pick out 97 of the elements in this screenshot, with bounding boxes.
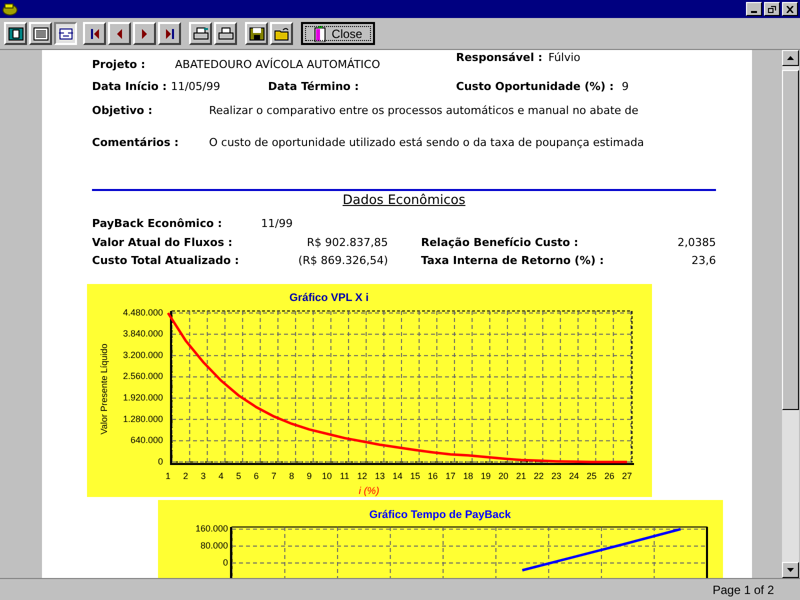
scrollbar[interactable] bbox=[782, 50, 799, 578]
field-label: Custo Total Atualizado : bbox=[92, 254, 240, 268]
field-label: Valor Atual do Fluxos : bbox=[92, 236, 234, 250]
field-value: 9 bbox=[622, 80, 629, 94]
x-tick-label: 10 bbox=[322, 471, 332, 481]
previous-page-button[interactable] bbox=[108, 22, 131, 45]
y-tick-label: 160.000 bbox=[195, 524, 228, 534]
x-tick-label: 20 bbox=[498, 471, 508, 481]
x-tick-label: 19 bbox=[480, 471, 491, 481]
field-value: 23,6 bbox=[692, 254, 716, 268]
close-report-button[interactable]: Close bbox=[301, 22, 375, 45]
field-label: Data Término : bbox=[268, 80, 359, 94]
x-tick-label: 2 bbox=[183, 471, 188, 481]
lines-page-icon bbox=[32, 26, 48, 40]
chart-title: Gráfico Tempo de PayBack bbox=[369, 509, 511, 521]
x-tick-label: 4 bbox=[218, 471, 224, 481]
folder-icon bbox=[274, 26, 290, 40]
y-tick-label: 0 bbox=[158, 456, 163, 466]
view-button[interactable] bbox=[54, 22, 77, 45]
right-arrow-icon bbox=[142, 28, 147, 38]
restore-button[interactable] bbox=[764, 2, 780, 16]
field-value: 11/05/99 bbox=[170, 80, 220, 94]
y-tick-label: 3.200.000 bbox=[122, 350, 163, 360]
x-tick-label: 1 bbox=[166, 471, 170, 481]
save-button[interactable] bbox=[245, 22, 268, 45]
y-tick-label: 1.920.000 bbox=[122, 392, 163, 403]
first-page-icon bbox=[90, 28, 98, 38]
x-tick-label: 9 bbox=[306, 471, 312, 481]
door-icon bbox=[314, 26, 326, 42]
printer-icon bbox=[192, 26, 208, 40]
restore-icon bbox=[768, 6, 776, 12]
field-label: Comentários : bbox=[92, 136, 180, 150]
x-tick-label: 14 bbox=[392, 471, 402, 481]
x-axis-title: i (%) bbox=[358, 486, 380, 497]
field-label: Custo Oportunidade (%) : bbox=[456, 80, 614, 94]
last-page-icon bbox=[166, 28, 174, 38]
up-arrow-icon bbox=[787, 56, 794, 60]
printer-icon bbox=[218, 26, 234, 40]
last-page-button[interactable] bbox=[158, 22, 181, 45]
y-tick-label: 80.000 bbox=[200, 540, 228, 550]
field-value: (R$ 869.326,54) bbox=[297, 254, 388, 268]
field-label: Projeto : bbox=[92, 58, 146, 72]
x-tick-label: 22 bbox=[534, 471, 544, 481]
field-value: 11/99 bbox=[261, 217, 293, 231]
field-label: PayBack Econômico : bbox=[92, 217, 224, 231]
x-tick-label: 15 bbox=[410, 471, 420, 481]
down-arrow-icon bbox=[787, 568, 794, 572]
x-tick-label: 26 bbox=[604, 471, 614, 481]
x-tick-label: 11 bbox=[340, 471, 350, 481]
page-indicator: Page 1 of 2 bbox=[712, 582, 774, 598]
field-value: Realizar o comparativo entre os processos automáticos e manual no abate de bbox=[209, 104, 638, 118]
print-button[interactable] bbox=[214, 22, 237, 45]
x-tick-label: 25 bbox=[586, 471, 597, 481]
y-tick-label: 3.840.000 bbox=[122, 328, 163, 339]
y-tick-label: 640.000 bbox=[130, 435, 163, 446]
field-label: Objetivo : bbox=[92, 104, 154, 118]
field-value: O custo de oportunidade utilizado está sendo o da taxa de poupança estimada bbox=[209, 136, 644, 150]
x-tick-label: 6 bbox=[254, 471, 259, 481]
fit-width-icon bbox=[58, 26, 74, 40]
y-tick-label: 4.480.000 bbox=[122, 307, 163, 318]
field-label: Relação Benefício Custo : bbox=[421, 236, 578, 250]
chart-title: Gráfico VPL X i bbox=[289, 292, 369, 304]
y-tick-label: 1.280.000 bbox=[122, 414, 163, 424]
print-setup-button[interactable] bbox=[189, 22, 212, 45]
x-tick-label: 7 bbox=[271, 471, 276, 481]
app-icon bbox=[2, 2, 18, 16]
close-button[interactable] bbox=[782, 2, 798, 16]
x-tick-label: 16 bbox=[428, 471, 438, 481]
x-tick-label: 27 bbox=[622, 471, 632, 481]
field-label: Taxa Interna de Retorno (%) : bbox=[421, 254, 604, 268]
x-tick-label: 5 bbox=[236, 471, 242, 481]
x-tick-label: 8 bbox=[289, 471, 294, 481]
x-tick-label: 21 bbox=[516, 471, 526, 481]
y-tick-label: 2.560.000 bbox=[122, 371, 163, 382]
field-value: ABATEDOURO AVÍCOLA AUTOMÁTICO bbox=[175, 58, 380, 72]
left-arrow-icon bbox=[117, 28, 122, 38]
single-page-icon bbox=[8, 26, 24, 40]
minimize-button[interactable] bbox=[746, 2, 762, 16]
y-tick-label: 0 bbox=[222, 557, 228, 568]
x-tick-label: 24 bbox=[569, 471, 580, 481]
y-axis-title: Valor Presente Líquido bbox=[99, 344, 109, 434]
x-tick-label: 3 bbox=[200, 471, 206, 481]
close-icon bbox=[786, 6, 794, 12]
section-title: Dados Econômicos bbox=[342, 194, 466, 208]
next-page-button[interactable] bbox=[133, 22, 156, 45]
field-label: Responsável : bbox=[456, 51, 542, 65]
x-tick-label: 23 bbox=[551, 471, 562, 481]
field-label: Data Início : bbox=[92, 80, 167, 94]
first-page-button[interactable] bbox=[83, 22, 106, 45]
x-tick-label: 18 bbox=[463, 471, 474, 481]
open-button[interactable] bbox=[270, 22, 293, 45]
field-value: 2,0385 bbox=[678, 236, 716, 250]
x-tick-label: 13 bbox=[374, 471, 385, 481]
x-tick-label: 12 bbox=[357, 471, 368, 481]
field-value: R$ 902.837,85 bbox=[306, 236, 388, 250]
field-value: Fúlvio bbox=[548, 51, 580, 65]
x-tick-label: 17 bbox=[445, 471, 456, 481]
